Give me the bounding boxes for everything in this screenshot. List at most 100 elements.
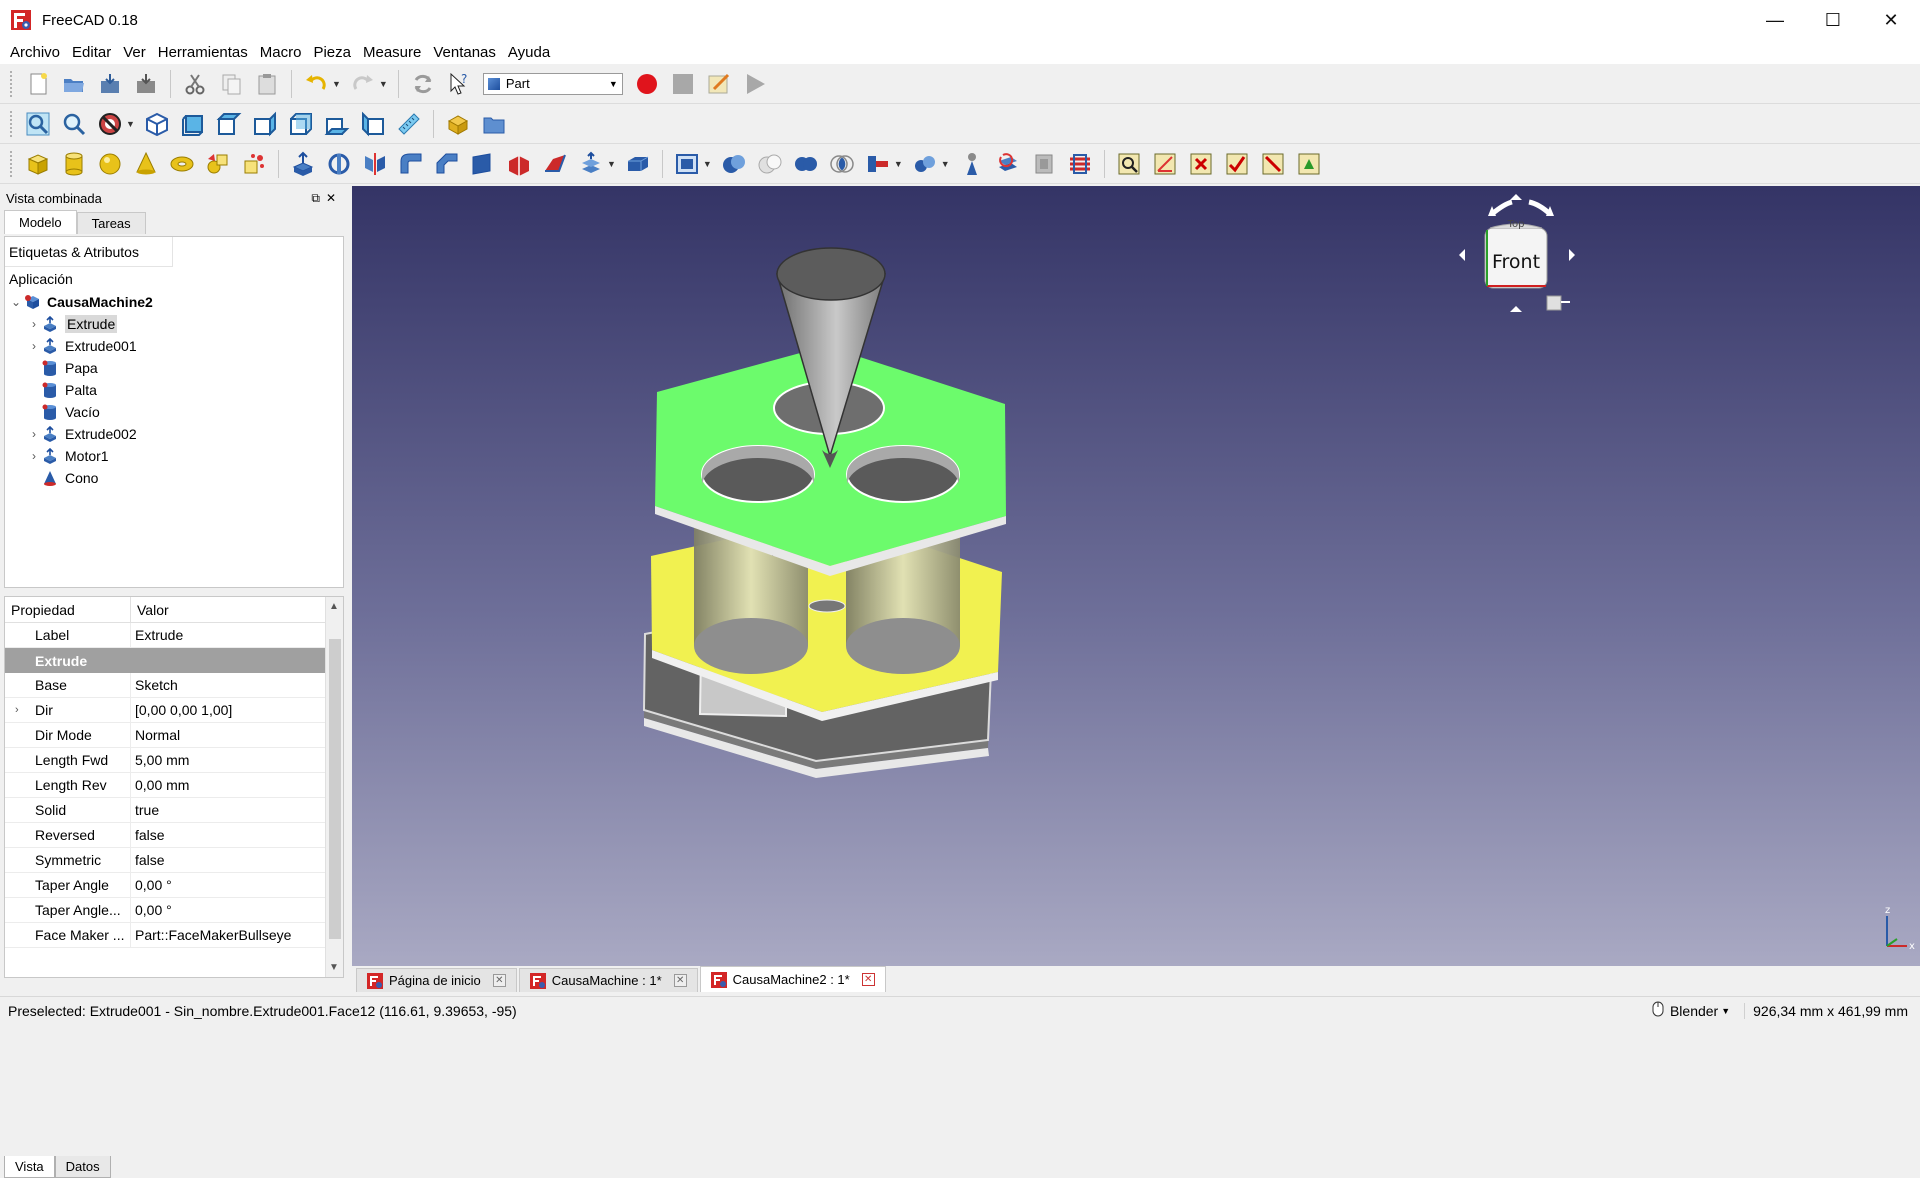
create-group-icon[interactable] — [478, 108, 510, 140]
property-value[interactable]: Sketch — [131, 673, 178, 697]
close-panel-icon[interactable]: ✕ — [326, 191, 342, 205]
view-right-icon[interactable] — [249, 108, 281, 140]
property-row[interactable]: Length Fwd 5,00 mm — [5, 748, 343, 773]
slices-icon[interactable] — [1064, 148, 1096, 180]
record-macro-icon[interactable] — [631, 68, 663, 100]
property-value[interactable]: 0,00 ° — [131, 898, 172, 922]
close-tab-icon[interactable]: ✕ — [673, 974, 687, 987]
section-icon[interactable] — [992, 148, 1024, 180]
boolean-icon[interactable] — [718, 148, 750, 180]
tree-item[interactable]: Palta — [5, 379, 343, 401]
tree-column-header[interactable]: Etiquetas & Atributos — [5, 237, 173, 267]
property-value[interactable]: Part::FaceMakerBullseye — [131, 923, 291, 947]
document-tab[interactable]: CausaMachine : 1* ✕ — [518, 968, 698, 992]
cross-sections-icon[interactable] — [1028, 148, 1060, 180]
tab-modelo[interactable]: Modelo — [4, 210, 77, 234]
redo-dropdown-icon[interactable]: ▼ — [379, 79, 388, 89]
property-row[interactable]: › Dir [0,00 0,00 1,00] — [5, 698, 343, 723]
edit-macro-icon[interactable] — [703, 68, 735, 100]
workbench-selector[interactable]: Part ▼ — [482, 72, 623, 95]
draw-style-dropdown-icon[interactable]: ▼ — [126, 119, 135, 129]
view-left-icon[interactable] — [357, 108, 389, 140]
sweep-dropdown-icon[interactable]: ▼ — [607, 159, 616, 169]
property-value[interactable]: Normal — [131, 723, 180, 747]
split-dropdown-icon[interactable]: ▼ — [941, 159, 950, 169]
redo-icon[interactable] — [347, 68, 379, 100]
whats-this-icon[interactable]: ? — [443, 68, 475, 100]
create-part-icon[interactable] — [442, 108, 474, 140]
property-value[interactable]: 5,00 mm — [131, 748, 189, 772]
toolbar-grip[interactable] — [10, 110, 14, 137]
maximize-button[interactable]: ☐ — [1804, 0, 1862, 40]
paste-icon[interactable] — [251, 68, 283, 100]
tree-item[interactable]: › Extrude001 — [5, 335, 343, 357]
measure-toggle-3d-icon[interactable] — [1257, 148, 1289, 180]
toolbar-grip[interactable] — [10, 70, 14, 97]
view-top-icon[interactable] — [213, 108, 245, 140]
property-value[interactable]: false — [131, 848, 165, 872]
float-panel-icon[interactable]: ⧉ — [311, 191, 326, 205]
open-document-icon[interactable] — [58, 68, 90, 100]
sphere-icon[interactable] — [94, 148, 126, 180]
property-row[interactable]: Reversed false — [5, 823, 343, 848]
cube-icon[interactable] — [22, 148, 54, 180]
navigation-cube[interactable]: Top Front — [1452, 186, 1582, 324]
expand-chevron-icon[interactable]: › — [15, 704, 19, 716]
menu-archivo[interactable]: Archivo — [4, 44, 66, 61]
view-rear-icon[interactable] — [285, 108, 317, 140]
tree-item[interactable]: Vacío — [5, 401, 343, 423]
scroll-down-icon[interactable]: ▼ — [329, 962, 339, 973]
fuse-icon[interactable] — [790, 148, 822, 180]
tab-tareas[interactable]: Tareas — [76, 212, 146, 234]
make-face-icon[interactable] — [467, 148, 499, 180]
tree-item[interactable]: › Extrude — [5, 313, 343, 335]
tree-item[interactable]: Papa — [5, 357, 343, 379]
document-tab[interactable]: CausaMachine2 : 1* ✕ — [699, 966, 886, 992]
tree-item[interactable]: › Motor1 — [5, 445, 343, 467]
property-column-header[interactable]: Propiedad — [5, 597, 131, 622]
property-value[interactable]: true — [131, 798, 159, 822]
loft-icon[interactable] — [539, 148, 571, 180]
thickness-icon[interactable] — [622, 148, 654, 180]
measure-distance-icon[interactable] — [393, 108, 425, 140]
property-value[interactable]: 0,00 mm — [131, 773, 189, 797]
refresh-icon[interactable] — [407, 68, 439, 100]
mirror-icon[interactable] — [359, 148, 391, 180]
value-column-header[interactable]: Valor — [131, 597, 169, 622]
measure-clear-icon[interactable] — [1185, 148, 1217, 180]
menu-pieza[interactable]: Pieza — [307, 44, 357, 61]
create-primitives-icon[interactable] — [202, 148, 234, 180]
property-row[interactable]: Solid true — [5, 798, 343, 823]
property-row-label[interactable]: Label Extrude — [5, 623, 343, 648]
shape-builder-icon[interactable] — [238, 148, 270, 180]
stop-macro-icon[interactable] — [667, 68, 699, 100]
menu-herramientas[interactable]: Herramientas — [152, 44, 254, 61]
measure-toggle-all-icon[interactable] — [1221, 148, 1253, 180]
fit-all-icon[interactable] — [22, 108, 54, 140]
save-icon[interactable] — [94, 68, 126, 100]
tree-root-document[interactable]: ⌄ CausaMachine2 — [5, 291, 343, 313]
save-as-icon[interactable] — [130, 68, 162, 100]
check-geometry-icon[interactable] — [956, 148, 988, 180]
menu-measure[interactable]: Measure — [357, 44, 427, 61]
toolbar-grip[interactable] — [10, 150, 14, 177]
property-row[interactable]: Taper Angle 0,00 ° — [5, 873, 343, 898]
view-isometric-icon[interactable] — [141, 108, 173, 140]
navigation-style-selector[interactable]: Blender ▼ — [1652, 1001, 1730, 1020]
expand-chevron-icon[interactable]: › — [27, 317, 41, 331]
expand-chevron-icon[interactable]: › — [27, 427, 41, 441]
view-front-icon[interactable] — [177, 108, 209, 140]
revolve-icon[interactable] — [323, 148, 355, 180]
3d-viewport[interactable]: Top Front z x — [352, 186, 1920, 966]
run-macro-icon[interactable] — [739, 68, 771, 100]
measure-toggle-delta-icon[interactable] — [1293, 148, 1325, 180]
measure-linear-icon[interactable] — [1113, 148, 1145, 180]
scrollbar-thumb[interactable] — [329, 639, 341, 939]
cylinder-icon[interactable] — [58, 148, 90, 180]
document-tab[interactable]: Página de inicio ✕ — [356, 968, 517, 992]
property-row[interactable]: Base Sketch — [5, 673, 343, 698]
close-tab-icon[interactable]: ✕ — [492, 974, 506, 987]
cone-icon[interactable] — [130, 148, 162, 180]
property-value[interactable]: [0,00 0,00 1,00] — [131, 698, 232, 722]
property-value[interactable]: false — [131, 823, 165, 847]
